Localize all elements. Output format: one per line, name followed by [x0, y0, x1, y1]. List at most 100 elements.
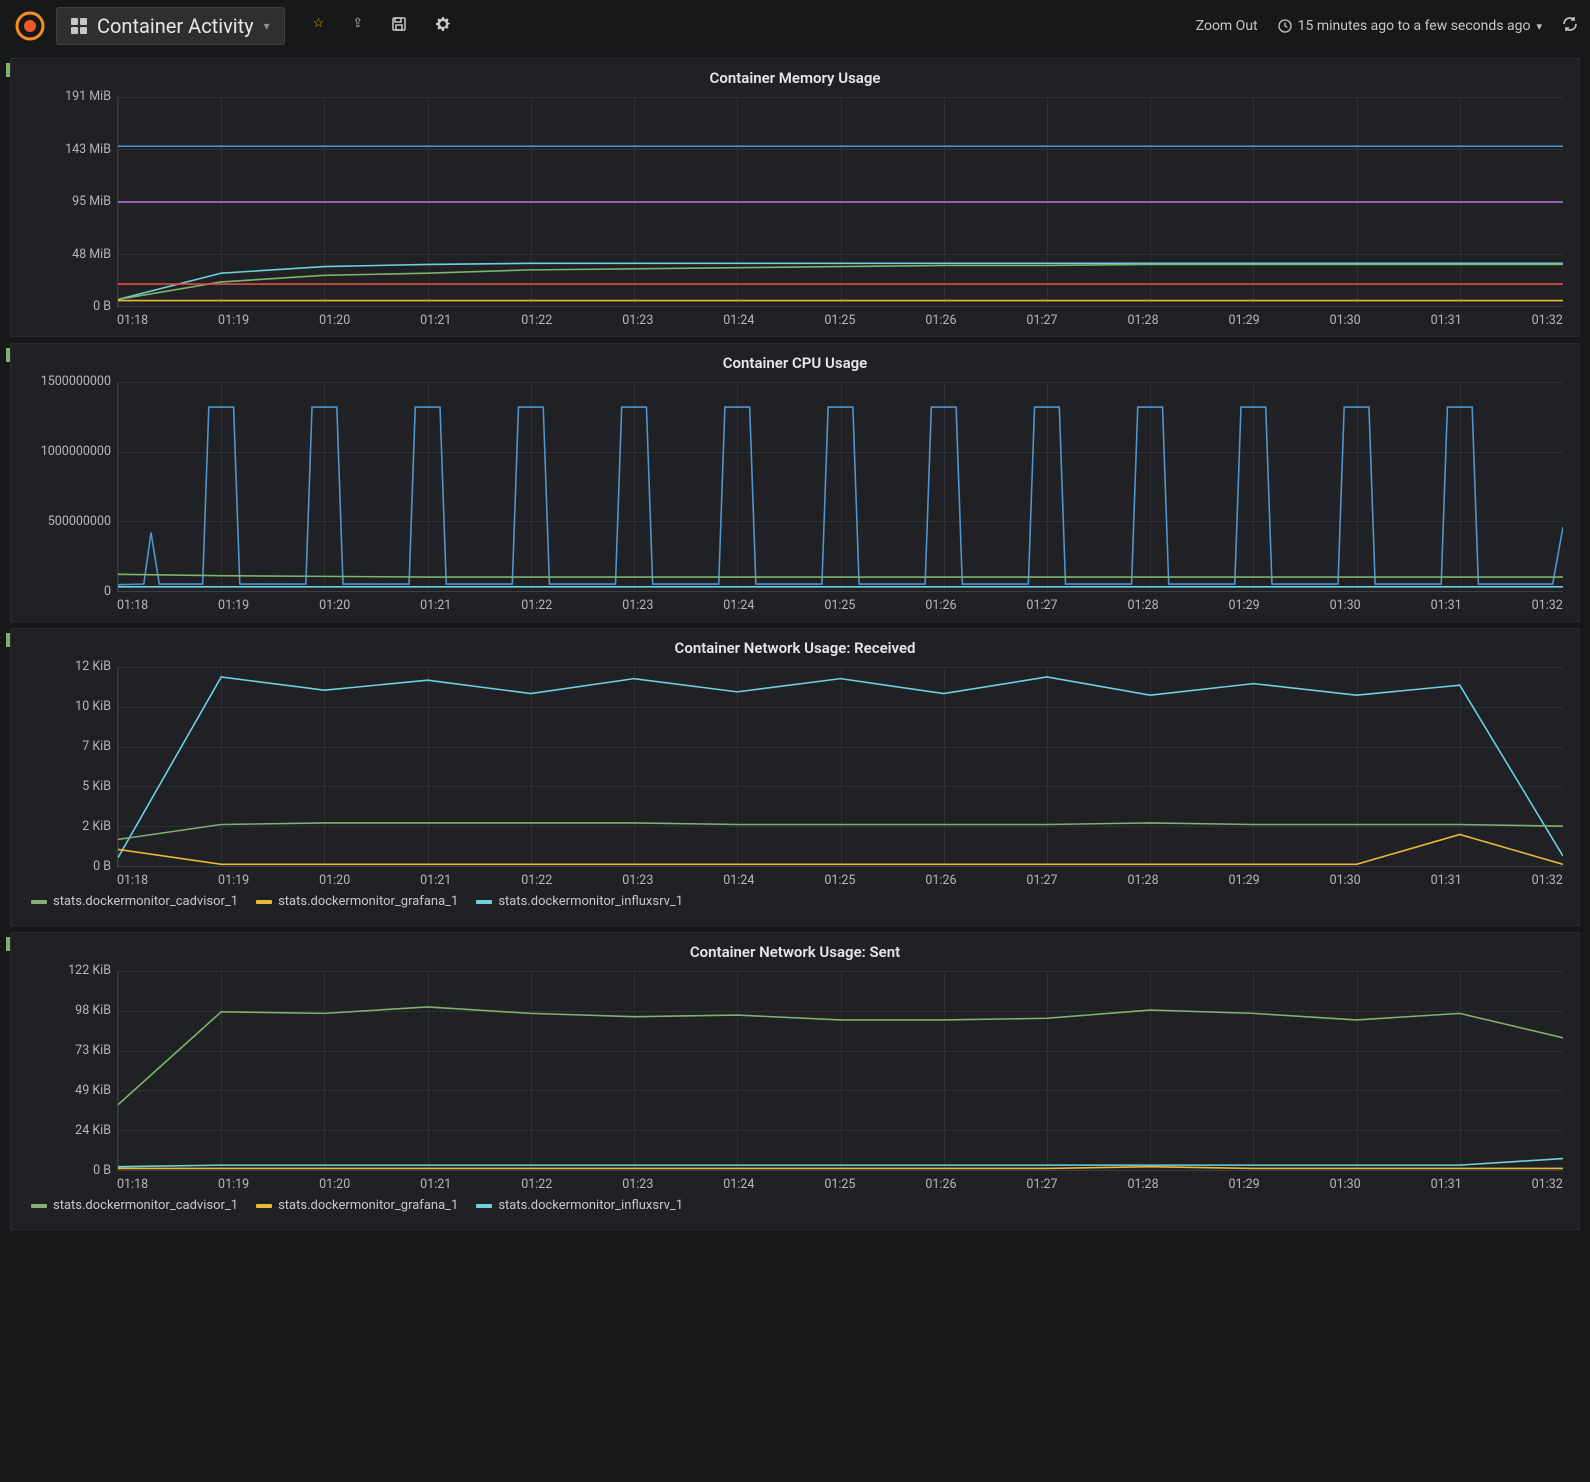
legend-item[interactable]: stats.dockermonitor_cadvisor_1	[31, 894, 238, 909]
x-tick-label: 01:21	[420, 313, 451, 328]
x-tick-label: 01:28	[1127, 873, 1158, 888]
x-tick-label: 01:18	[117, 1177, 148, 1192]
legend-item[interactable]: stats.dockermonitor_cadvisor_1	[31, 1198, 238, 1213]
legend-item[interactable]: stats.dockermonitor_influxsrv_1	[476, 894, 683, 909]
x-axis: 01:1801:1901:2001:2101:2201:2301:2401:25…	[117, 1171, 1563, 1192]
timerange-picker[interactable]: 15 minutes ago to a few seconds ago ▾	[1278, 18, 1542, 34]
x-tick-label: 01:31	[1431, 873, 1462, 888]
star-icon[interactable]: ☆	[313, 16, 325, 36]
plot-area[interactable]	[117, 382, 1563, 592]
x-tick-label: 01:26	[925, 313, 956, 328]
x-tick-label: 01:29	[1229, 313, 1260, 328]
nav-right: Zoom Out 15 minutes ago to a few seconds…	[1196, 16, 1578, 36]
x-tick-label: 01:22	[521, 598, 552, 613]
legend-label: stats.dockermonitor_cadvisor_1	[53, 1198, 238, 1213]
y-tick-label: 0	[104, 584, 111, 599]
x-tick-label: 01:21	[420, 598, 451, 613]
x-tick-label: 01:20	[319, 313, 350, 328]
x-tick-label: 01:20	[319, 598, 350, 613]
y-axis: 122 KiB98 KiB73 KiB49 KiB24 KiB0 B	[27, 971, 117, 1171]
chart[interactable]: 122 KiB98 KiB73 KiB49 KiB24 KiB0 B 01:18…	[11, 965, 1579, 1229]
x-tick-label: 01:20	[319, 873, 350, 888]
x-tick-label: 01:23	[622, 873, 653, 888]
x-tick-label: 01:27	[1026, 873, 1057, 888]
grafana-logo[interactable]	[12, 8, 48, 44]
x-tick-label: 01:25	[824, 598, 855, 613]
grid-icon	[71, 18, 87, 34]
y-tick-label: 1500000000	[41, 374, 111, 389]
y-tick-label: 7 KiB	[82, 739, 111, 754]
dashboard-picker[interactable]: Container Activity ▾	[56, 7, 285, 45]
chevron-down-icon: ▾	[1536, 20, 1542, 33]
legend-label: stats.dockermonitor_cadvisor_1	[53, 894, 238, 909]
chart[interactable]: 191 MiB143 MiB95 MiB48 MiB0 B 01:1801:19…	[11, 91, 1579, 336]
panel-title[interactable]: Container CPU Usage	[11, 344, 1579, 376]
x-tick-label: 01:23	[622, 313, 653, 328]
nav-icons: ☆ ⇪	[313, 16, 452, 36]
y-axis: 12 KiB10 KiB7 KiB5 KiB2 KiB0 B	[27, 667, 117, 867]
panel-indicator	[6, 63, 10, 77]
x-tick-label: 01:29	[1229, 1177, 1260, 1192]
x-tick-label: 01:19	[218, 598, 249, 613]
y-tick-label: 73 KiB	[75, 1043, 111, 1058]
y-tick-label: 0 B	[93, 299, 111, 314]
legend-item[interactable]: stats.dockermonitor_grafana_1	[256, 894, 458, 909]
panel-net_rx: Container Network Usage: Received 12 KiB…	[10, 628, 1580, 926]
x-tick-label: 01:19	[218, 1177, 249, 1192]
x-axis: 01:1801:1901:2001:2101:2201:2301:2401:25…	[117, 867, 1563, 888]
x-tick-label: 01:26	[925, 873, 956, 888]
legend: stats.dockermonitor_cadvisor_1 stats.doc…	[27, 1192, 1563, 1221]
x-tick-label: 01:24	[723, 313, 754, 328]
y-tick-label: 2 KiB	[82, 819, 111, 834]
panel-cpu: Container CPU Usage 15000000001000000000…	[10, 343, 1580, 622]
x-tick-label: 01:18	[117, 873, 148, 888]
panel-net_tx: Container Network Usage: Sent 122 KiB98 …	[10, 932, 1580, 1230]
x-tick-label: 01:26	[925, 1177, 956, 1192]
x-tick-label: 01:32	[1532, 313, 1563, 328]
chart[interactable]: 12 KiB10 KiB7 KiB5 KiB2 KiB0 B 01:1801:1…	[11, 661, 1579, 925]
x-tick-label: 01:21	[420, 1177, 451, 1192]
gear-icon[interactable]	[435, 16, 451, 36]
y-tick-label: 122 KiB	[68, 963, 111, 978]
x-tick-label: 01:24	[723, 1177, 754, 1192]
x-tick-label: 01:31	[1431, 1177, 1462, 1192]
legend-item[interactable]: stats.dockermonitor_grafana_1	[256, 1198, 458, 1213]
dashboard-title: Container Activity	[97, 14, 254, 38]
x-tick-label: 01:25	[824, 873, 855, 888]
x-tick-label: 01:23	[622, 1177, 653, 1192]
refresh-icon[interactable]	[1562, 16, 1578, 36]
y-tick-label: 500000000	[48, 514, 111, 529]
x-tick-label: 01:20	[319, 1177, 350, 1192]
y-axis: 191 MiB143 MiB95 MiB48 MiB0 B	[27, 97, 117, 307]
save-icon[interactable]	[391, 16, 407, 36]
legend-label: stats.dockermonitor_influxsrv_1	[498, 894, 683, 909]
x-tick-label: 01:27	[1026, 313, 1057, 328]
plot-area[interactable]	[117, 97, 1563, 307]
y-tick-label: 49 KiB	[75, 1083, 111, 1098]
panels-container: Container Memory Usage 191 MiB143 MiB95 …	[0, 58, 1590, 1230]
zoom-out-button[interactable]: Zoom Out	[1196, 18, 1258, 34]
panel-title[interactable]: Container Network Usage: Sent	[11, 933, 1579, 965]
timerange-label: 15 minutes ago to a few seconds ago	[1298, 18, 1531, 34]
share-icon[interactable]: ⇪	[352, 16, 363, 36]
plot-area[interactable]	[117, 667, 1563, 867]
x-tick-label: 01:25	[824, 313, 855, 328]
legend-swatch	[476, 1204, 492, 1208]
plot-area[interactable]	[117, 971, 1563, 1171]
y-tick-label: 5 KiB	[82, 779, 111, 794]
x-tick-label: 01:27	[1026, 598, 1057, 613]
panel-title[interactable]: Container Memory Usage	[11, 59, 1579, 91]
panel-title[interactable]: Container Network Usage: Received	[11, 629, 1579, 661]
panel-indicator	[6, 633, 10, 647]
y-tick-label: 95 MiB	[72, 194, 111, 209]
chart[interactable]: 150000000010000000005000000000 01:1801:1…	[11, 376, 1579, 621]
x-tick-label: 01:28	[1127, 598, 1158, 613]
legend: stats.dockermonitor_cadvisor_1 stats.doc…	[27, 888, 1563, 917]
x-tick-label: 01:28	[1127, 1177, 1158, 1192]
x-axis: 01:1801:1901:2001:2101:2201:2301:2401:25…	[117, 307, 1563, 328]
legend-item[interactable]: stats.dockermonitor_influxsrv_1	[476, 1198, 683, 1213]
y-axis: 150000000010000000005000000000	[27, 382, 117, 592]
x-tick-label: 01:24	[723, 598, 754, 613]
x-tick-label: 01:19	[218, 313, 249, 328]
clock-icon	[1278, 19, 1292, 33]
